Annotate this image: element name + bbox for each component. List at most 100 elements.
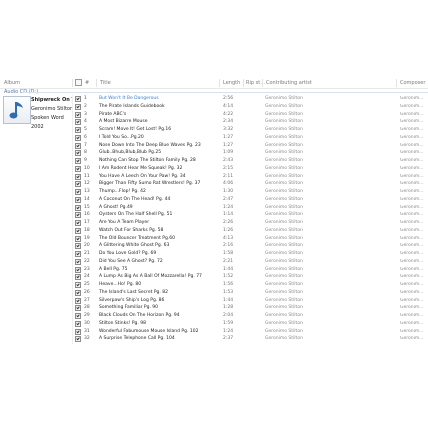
track-row[interactable]: 10 I Am Rodent Hear Me Squeak! Pg. 32 2:15… — [0, 165, 428, 173]
track-row[interactable]: 7 Nose Down Into The Deep Blue Waves Pg. … — [0, 142, 428, 150]
track-title: Pirate ABC's — [99, 111, 127, 117]
track-row[interactable]: 31 Wonderful Fabumouse Mouse Island Pg. 1… — [0, 328, 428, 336]
track-row[interactable]: 13 Thump...Flop! Pg. 42 1:30 Geronimo Stilt… — [0, 188, 428, 196]
column-header-composer[interactable]: Composer — [400, 80, 425, 86]
column-header-length[interactable]: Length — [223, 80, 240, 86]
track-row[interactable]: 26 The Island's Last Secret Pg. 82 1:53 Ger… — [0, 289, 428, 297]
track-checkbox[interactable] — [75, 297, 81, 304]
track-checkbox[interactable] — [75, 320, 81, 327]
track-checkbox[interactable] — [75, 305, 81, 312]
track-number: 31 — [84, 328, 90, 334]
track-title: Did You See A Ghost? Pg. 72 — [99, 258, 163, 264]
track-row[interactable]: 22 Did You See A Ghost? Pg. 72 2:21 Geronim… — [0, 258, 428, 266]
track-checkbox[interactable] — [75, 227, 81, 234]
select-all-checkbox[interactable] — [75, 79, 82, 86]
track-checkbox[interactable] — [75, 204, 81, 211]
track-title: I Am Rodent Hear Me Squeak! Pg. 32 — [99, 165, 183, 171]
track-checkbox[interactable] — [75, 181, 81, 188]
track-checkbox[interactable] — [75, 282, 81, 288]
column-divider[interactable] — [72, 79, 73, 87]
column-header-album[interactable]: Album — [4, 80, 20, 86]
track-artist: Geronimo Stilton — [265, 274, 303, 280]
track-row[interactable]: 11 You Have A Leech On Your Paw! Pg. 34 2:… — [0, 173, 428, 181]
track-checkbox[interactable] — [75, 111, 81, 118]
track-checkbox[interactable] — [75, 103, 81, 110]
track-composer: Geronim... — [400, 289, 424, 295]
track-checkbox[interactable] — [75, 96, 81, 102]
track-checkbox[interactable] — [75, 134, 81, 141]
column-header-contributing-artist[interactable]: Contributing artist — [266, 80, 312, 86]
track-number: 23 — [84, 266, 90, 272]
track-checkbox[interactable] — [75, 336, 81, 343]
track-row[interactable]: 6 I Told You So...Pg.20 1:27 Geronimo Stilt… — [0, 134, 428, 142]
track-row[interactable]: 3 Pirate ABC's 4:22 Geronimo Stilton Geronim… — [0, 111, 428, 119]
track-row[interactable]: 9 Nothing Can Stop The Stilton Family Pg.… — [0, 157, 428, 165]
track-row[interactable]: 32 A Surprise Telephone Call Pg. 104 2:37 G… — [0, 335, 428, 343]
track-artist: Geronimo Stilton — [265, 289, 303, 295]
track-row[interactable]: 15 A Ghost! Pg.49 1:24 Geronimo Stilton Gero… — [0, 204, 428, 212]
column-divider[interactable] — [96, 79, 97, 87]
track-checkbox[interactable] — [75, 189, 81, 195]
track-row[interactable]: 12 Bigger Than Fifty Sumo Rat Wrestlers! … — [0, 180, 428, 188]
track-title: The Island's Last Secret Pg. 82 — [99, 289, 168, 295]
track-checkbox[interactable] — [75, 127, 81, 133]
track-composer: Geronim... — [400, 96, 424, 101]
track-row[interactable]: 5 Scram! Move It! Get Lost! Pg.16 3:32 Gero… — [0, 126, 428, 134]
track-row[interactable]: 28 Something Familiar Pg. 90 1:28 Geronimo … — [0, 304, 428, 312]
track-artist: Geronimo Stilton — [265, 181, 303, 187]
track-checkbox[interactable] — [75, 258, 81, 265]
track-row[interactable]: 1 But Won't It Be Dangerous 2:56 Geronimo S… — [0, 95, 428, 103]
track-row[interactable]: 24 A Lump As Big As A Ball Of Mozzarella!… — [0, 273, 428, 281]
track-row[interactable]: 19 The Old Bouncer Treatment Pg.60 4:13 Ger… — [0, 235, 428, 243]
track-row[interactable]: 23 A Bell Pg. 75 1:44 Geronimo Stilton Geron… — [0, 266, 428, 274]
track-length: 2:21 — [223, 258, 234, 264]
track-checkbox[interactable] — [75, 235, 81, 242]
track-checkbox[interactable] — [75, 212, 81, 219]
track-row[interactable]: 18 Watch Out For Sharks Pg. 58 1:26 Geronim… — [0, 227, 428, 235]
track-checkbox[interactable] — [75, 328, 81, 335]
track-row[interactable]: 17 Are You A Team Player 2:26 Geronimo Stil… — [0, 219, 428, 227]
track-number: 3 — [84, 111, 87, 117]
track-checkbox[interactable] — [75, 243, 81, 250]
column-header-title[interactable]: Title — [100, 80, 111, 86]
track-row[interactable]: 4 A Most Bizarre Mouse 2:34 Geronimo Stilto… — [0, 118, 428, 126]
track-composer: Geronim... — [400, 282, 424, 287]
track-row[interactable]: 16 Oysters On The Half Shell Pg. 51 1:14 Ge… — [0, 211, 428, 219]
track-title: Silverpaw's Ship's Log Pg. 86 — [99, 297, 165, 303]
track-row[interactable]: 20 A Glittering White Ghost Pg. 63 2:16 Ger… — [0, 242, 428, 250]
column-divider[interactable] — [243, 79, 244, 87]
track-artist: Geronimo Stilton — [265, 336, 303, 342]
track-row[interactable]: 2 The Pirate Islands Guidebook 4:14 Geronim… — [0, 103, 428, 111]
track-number: 16 — [84, 212, 90, 218]
track-checkbox[interactable] — [75, 289, 81, 296]
track-title: Nothing Can Stop The Stilton Family Pg. … — [99, 158, 196, 163]
track-checkbox[interactable] — [75, 220, 81, 226]
track-checkbox[interactable] — [75, 251, 81, 257]
track-title: Scram! Move It! Get Lost! Pg.16 — [99, 127, 172, 132]
track-checkbox[interactable] — [75, 313, 81, 319]
track-checkbox[interactable] — [75, 165, 81, 172]
track-row[interactable]: 14 A Coconut On The Head! Pg. 44 2:47 Geron… — [0, 196, 428, 204]
track-checkbox[interactable] — [75, 274, 81, 281]
track-row[interactable]: 30 Stilton Stinks! Pg. 98 1:59 Geronimo Sti… — [0, 320, 428, 328]
column-divider[interactable] — [262, 79, 263, 87]
track-length: 4:14 — [223, 103, 234, 109]
column-header-number[interactable]: # — [85, 80, 89, 86]
track-checkbox[interactable] — [75, 196, 81, 203]
column-divider[interactable] — [219, 79, 220, 87]
track-number: 17 — [84, 220, 90, 225]
track-checkbox[interactable] — [75, 266, 81, 273]
track-row[interactable]: 29 Black Clouds On The Horizon Pg. 94 2:04… — [0, 312, 428, 320]
track-row[interactable]: 21 Do You Love Gold? Pg. 69 1:58 Geronimo S… — [0, 250, 428, 258]
track-checkbox[interactable] — [75, 150, 81, 157]
track-artist: Geronimo Stilton — [265, 251, 303, 256]
column-divider[interactable] — [396, 79, 397, 87]
track-checkbox[interactable] — [75, 173, 81, 180]
track-row[interactable]: 25 Heave...Ho! Pg. 80 1:56 Geronimo Stilton… — [0, 281, 428, 289]
track-checkbox[interactable] — [75, 158, 81, 164]
track-row[interactable]: 8 Glub..Bhub,Blub,Blub Pg.25 1:09 Geronimo … — [0, 149, 428, 157]
track-number: 15 — [84, 204, 90, 210]
track-checkbox[interactable] — [75, 142, 81, 149]
track-row[interactable]: 27 Silverpaw's Ship's Log Pg. 86 1:44 Geron… — [0, 297, 428, 305]
track-checkbox[interactable] — [75, 119, 81, 126]
